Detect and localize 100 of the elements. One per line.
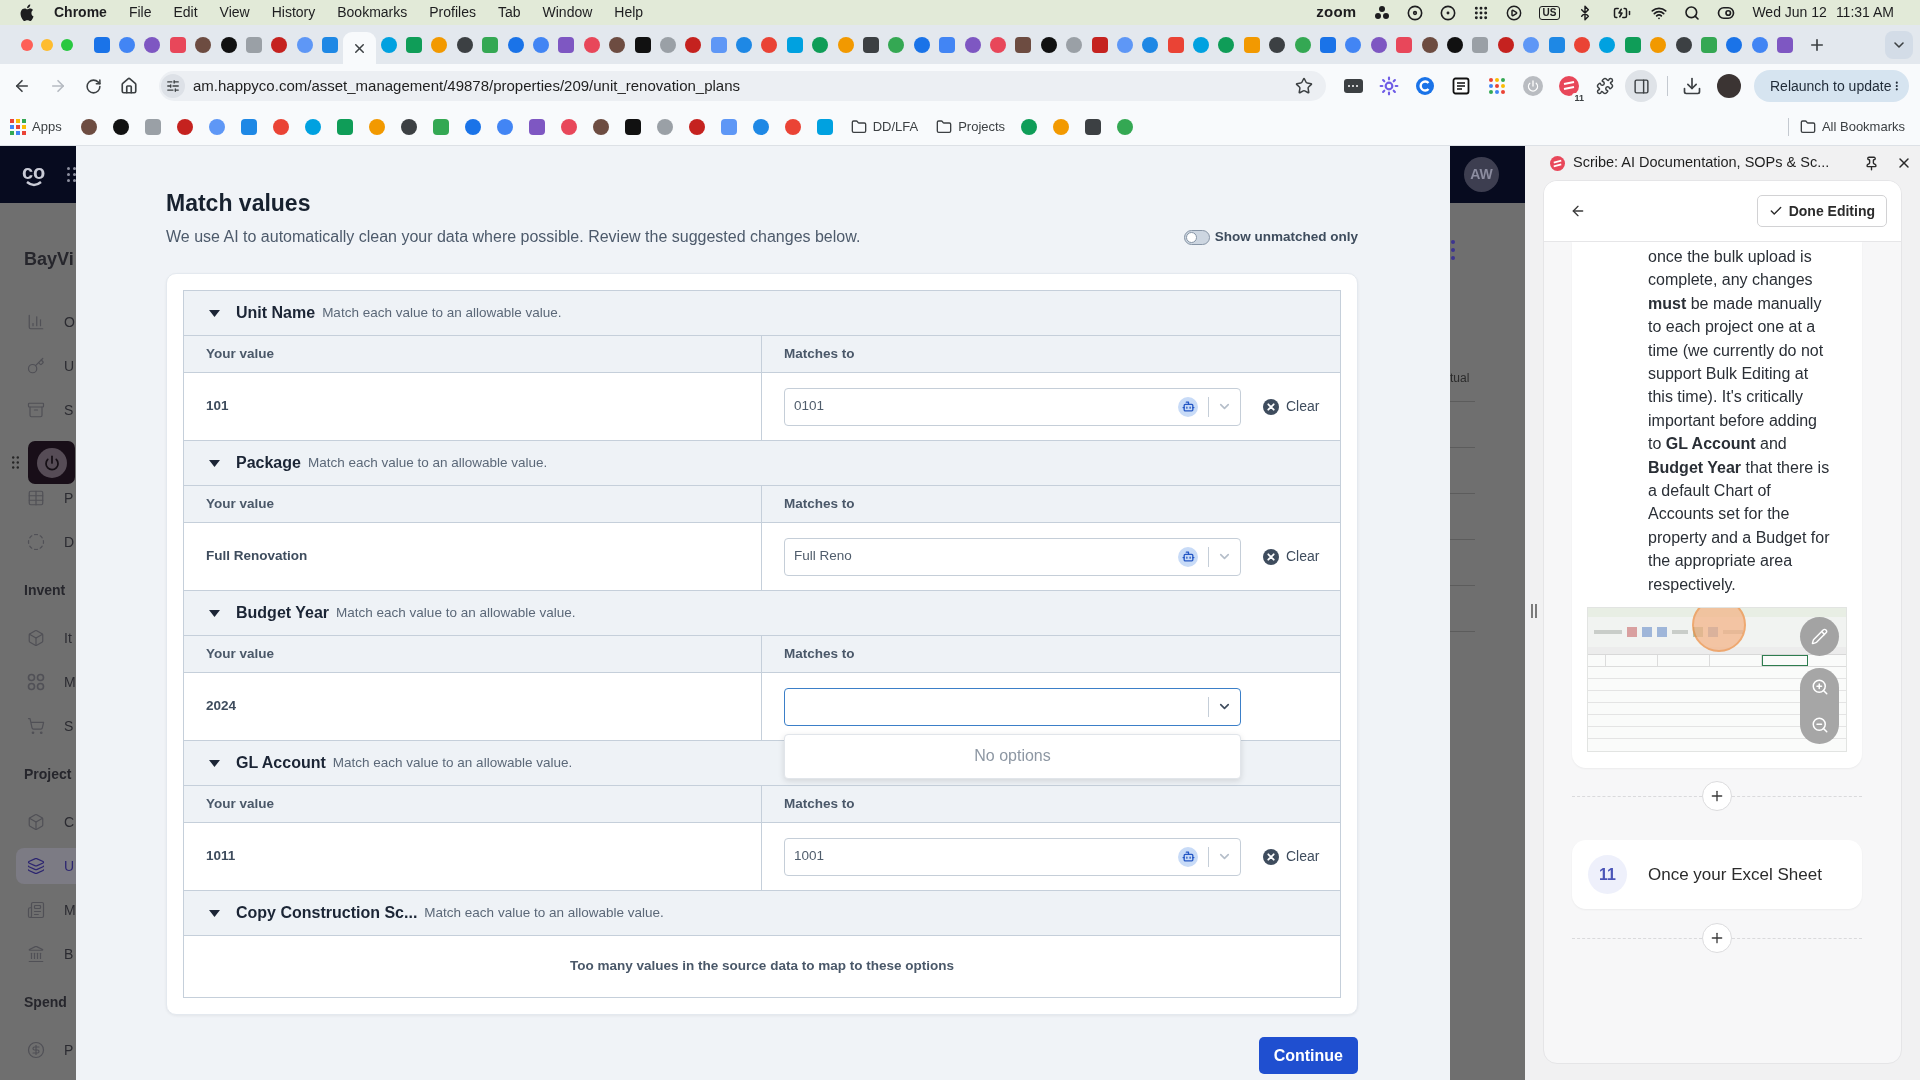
site-icon[interactable] — [220, 36, 237, 53]
menu-item[interactable]: Edit — [173, 2, 198, 23]
home-icon[interactable] — [120, 77, 138, 95]
back-icon[interactable] — [1570, 203, 1586, 219]
site-icon[interactable] — [195, 36, 212, 53]
done-editing-button[interactable]: Done Editing — [1756, 195, 1887, 227]
match-select[interactable]: 0101 — [784, 387, 1241, 426]
site-icon[interactable] — [1421, 36, 1438, 53]
play-circle-icon[interactable] — [1505, 4, 1522, 21]
column-header: Your value — [184, 786, 762, 822]
pin-icon[interactable] — [1864, 155, 1879, 171]
close-icon[interactable] — [1896, 155, 1912, 171]
tab-search-button[interactable] — [1885, 30, 1913, 59]
bank-icon — [27, 945, 45, 963]
menu-date[interactable]: Wed Jun 12 — [1752, 2, 1827, 23]
bookmark-site-icon[interactable] — [400, 118, 417, 135]
caret-down-icon[interactable] — [209, 759, 220, 767]
three-dots-cluster-icon[interactable] — [1373, 4, 1390, 21]
table-cell-text: 1011 — [206, 847, 236, 866]
menu-item[interactable]: Profiles — [429, 2, 476, 23]
app-logo[interactable]: co — [22, 162, 46, 187]
site-icon[interactable] — [1040, 36, 1057, 53]
menu-item[interactable]: File — [128, 2, 152, 23]
site-icon[interactable] — [634, 36, 651, 53]
download-icon[interactable] — [1682, 76, 1702, 96]
document-icon[interactable] — [1452, 77, 1470, 95]
bookmark-site-icon[interactable] — [80, 118, 97, 135]
bookmark-site-icon[interactable] — [624, 118, 641, 135]
menu-item[interactable]: View — [219, 2, 250, 23]
bookmark-site-icon[interactable] — [592, 118, 609, 135]
zoom-out-icon[interactable] — [1810, 716, 1829, 735]
clear-button[interactable]: Clear — [1263, 396, 1320, 417]
bookmark-star-icon[interactable] — [1295, 77, 1313, 95]
menu-item[interactable]: Bookmarks — [337, 2, 408, 23]
toggle-switch[interactable] — [1183, 229, 1210, 245]
section-header-bar[interactable]: Copy Construction Sc... Match each value to an allowable value. — [184, 891, 1340, 935]
site-icon[interactable] — [863, 36, 879, 53]
section-hint: Match each value to an allowable value. — [307, 453, 548, 472]
caret-down-icon[interactable] — [209, 909, 220, 917]
site-icon[interactable] — [456, 36, 473, 53]
notification-badge: 11 — [1572, 93, 1586, 103]
clear-button[interactable]: Clear — [1263, 846, 1320, 867]
address-bar[interactable]: am.happyco.com/asset_management/49878/properties/209/unit_renovation_plans — [159, 71, 1326, 101]
section-header-bar[interactable]: Package Match each value to an allowable value. — [184, 441, 1340, 485]
striped-circle-icon[interactable] — [1559, 76, 1579, 96]
match-select[interactable]: Full Reno — [784, 537, 1241, 576]
zoom-status-item[interactable]: zoom — [1316, 1, 1357, 24]
reload-icon[interactable] — [85, 77, 102, 95]
apps-shortcut[interactable]: Apps — [10, 116, 62, 137]
section-title: Package — [236, 453, 301, 473]
menu-item[interactable]: Window — [542, 2, 593, 23]
search-icon[interactable] — [1684, 4, 1701, 21]
clear-button[interactable]: Clear — [1263, 546, 1320, 567]
menu-item[interactable]: History — [271, 2, 316, 23]
add-step-button[interactable] — [1702, 781, 1732, 812]
close-window-button[interactable] — [21, 38, 33, 51]
bookmark-folder[interactable]: Projects — [936, 116, 1006, 137]
section-header-bar[interactable]: Budget Year Match each value to an allowable value. — [184, 591, 1340, 635]
radio-dot-icon[interactable] — [1439, 4, 1456, 21]
grid-dots-icon[interactable] — [67, 167, 76, 182]
keypad-icon[interactable] — [1343, 79, 1363, 93]
site-icon[interactable] — [609, 36, 626, 53]
floating-power-widget[interactable] — [28, 441, 75, 484]
resize-handle-icon[interactable] — [1531, 604, 1537, 618]
menu-item[interactable]: Tab — [497, 2, 521, 23]
colored-dots-icon[interactable] — [1488, 77, 1506, 95]
bookmark-site-icon[interactable] — [1085, 118, 1102, 135]
add-step-button[interactable] — [1702, 923, 1732, 954]
caret-down-icon[interactable] — [209, 459, 220, 467]
match-select[interactable]: 1001 — [784, 837, 1241, 876]
bookmark-folder[interactable]: DD/LFA — [850, 116, 919, 137]
target-ring-icon[interactable] — [1406, 4, 1423, 21]
all-bookmarks-folder[interactable]: All Bookmarks — [1799, 116, 1905, 137]
menu-item[interactable]: Help — [614, 2, 644, 23]
bookmark-site-icon[interactable] — [112, 118, 129, 135]
input-source-indicator[interactable]: US — [1538, 5, 1561, 20]
menu-time[interactable]: 11:31 AM — [1835, 2, 1894, 23]
arc-circle-icon[interactable] — [1415, 76, 1435, 96]
apple-logo-icon[interactable] — [20, 4, 34, 21]
site-info-button[interactable] — [161, 74, 185, 98]
caret-down-icon[interactable] — [209, 609, 220, 617]
extensions-puzzle-icon[interactable] — [1596, 77, 1614, 95]
zoom-in-icon[interactable] — [1810, 678, 1829, 697]
dialog-title: Match values — [166, 189, 312, 217]
site-icon[interactable] — [1675, 36, 1692, 53]
site-icon[interactable] — [1015, 36, 1032, 53]
back-icon[interactable] — [13, 77, 31, 95]
match-select[interactable] — [784, 687, 1241, 726]
profile-avatar[interactable] — [1717, 74, 1741, 98]
drag-handle-icon[interactable] — [12, 456, 19, 469]
site-icon[interactable] — [1269, 36, 1286, 53]
dot-grid-icon[interactable] — [1472, 4, 1489, 21]
continue-button[interactable]: Continue — [1258, 1037, 1358, 1074]
menu-app-name[interactable]: Chrome — [54, 2, 107, 23]
section-header-bar[interactable]: Unit Name Match each value to an allowable value. — [184, 291, 1340, 335]
site-icon[interactable] — [1447, 36, 1463, 53]
relaunch-button[interactable]: Relaunch to update — [1754, 70, 1909, 102]
side-panel-button[interactable] — [1625, 70, 1657, 102]
sunburst-icon[interactable] — [1379, 76, 1399, 96]
caret-down-icon[interactable] — [209, 309, 220, 317]
